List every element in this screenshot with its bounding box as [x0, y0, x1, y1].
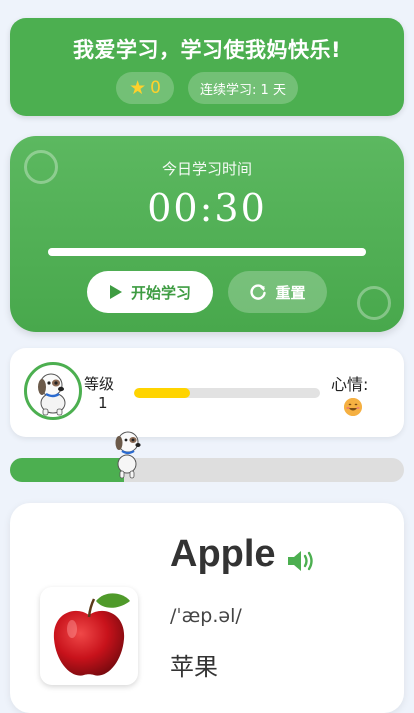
timer-card: 今日学习时间 00:30 开始学习 重置 [10, 136, 404, 332]
timer-label: 今日学习时间 [161, 160, 252, 178]
xp-progress-fill [134, 388, 190, 398]
level-card: 等级 1 心情: [10, 348, 404, 437]
header-card: 我爱学习，学习使我妈快乐! ★ 0 连续学习: 1 天 [10, 18, 404, 116]
dog-runner-icon [115, 431, 141, 479]
word-card: Apple /ˈæp.əl/ 苹果 [10, 503, 404, 713]
xp-progress-bar [134, 388, 320, 398]
path-progress-fill [10, 458, 125, 482]
dog-avatar [24, 362, 82, 420]
start-study-button[interactable]: 开始学习 [87, 271, 213, 313]
mood-label: 心情: [331, 375, 369, 394]
streak-badge: 连续学习: 1 天 [188, 72, 298, 104]
decorative-ring [357, 286, 391, 320]
star-count: 0 [150, 78, 161, 98]
path-progress-bar [10, 458, 404, 482]
speaker-icon[interactable] [286, 548, 318, 574]
level-label: 等级 [84, 375, 115, 393]
smile-emoji-icon [344, 398, 362, 416]
reset-label: 重置 [275, 283, 306, 302]
start-study-label: 开始学习 [130, 283, 191, 302]
reset-button[interactable]: 重置 [228, 271, 327, 313]
star-icon: ★ [129, 77, 147, 99]
dog-icon [38, 373, 66, 416]
timer-display: 00:30 [147, 186, 267, 230]
timer-progress-fill [48, 248, 366, 256]
word-text: Apple [170, 533, 276, 575]
streak-text: 连续学习: 1 天 [200, 82, 286, 98]
level-value: 1 [98, 394, 108, 412]
word-meaning: 苹果 [170, 653, 218, 681]
apple-image [40, 587, 138, 685]
word-phonetic: /ˈæp.əl/ [170, 605, 242, 627]
apple-icon [53, 593, 130, 676]
star-counter: ★ 0 [116, 72, 174, 104]
app-title: 我爱学习，学习使我妈快乐! [72, 38, 342, 62]
timer-progress-bar [48, 248, 366, 256]
reset-icon [250, 284, 267, 300]
play-icon [109, 285, 122, 299]
